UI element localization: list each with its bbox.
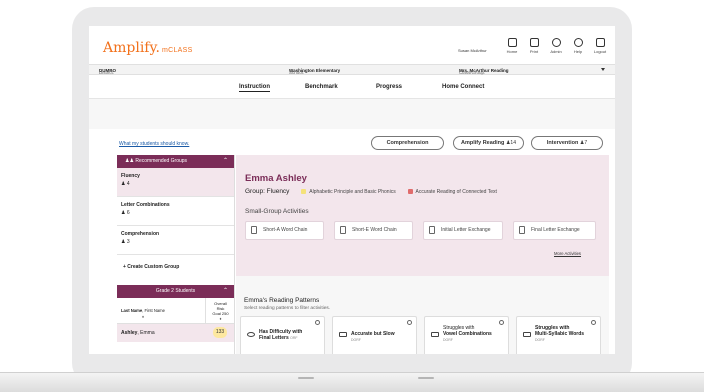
print-button[interactable]: Print [523,38,545,54]
reading-patterns-panel: Emma's Reading Patterns Select reading p… [236,276,609,354]
page-spacer [89,99,615,129]
print-icon [529,38,539,47]
document-icon [251,226,257,234]
comprehension-pill[interactable]: Comprehension [371,136,444,150]
document-icon [519,226,525,234]
activity-short-e-word-chain[interactable]: Short-E Word Chain [334,221,413,240]
student-name: Emma Ashley [245,173,307,184]
patterns-title: Emma's Reading Patterns [244,297,320,304]
instruction-content: What my students should know. Comprehens… [115,129,609,354]
activity-final-letter-exchange[interactable]: Final Letter Exchange [513,221,596,240]
sort-icon[interactable]: ♦ [206,316,235,321]
create-custom-group-button[interactable]: + Create Custom Group [117,255,234,285]
base-notch-right [418,377,434,379]
logout-icon [595,38,605,47]
legend-swatch-connected-text [407,189,413,195]
info-icon[interactable] [499,320,504,325]
base-notch-left [298,377,314,379]
district-filter[interactable]: District: DUMBO [99,68,116,76]
intervention-pill[interactable]: Intervention ♟7 [531,136,603,150]
book-icon [431,332,439,337]
tab-progress[interactable]: Progress [376,84,402,90]
person-icon: ♟ [121,239,126,245]
pattern-card-vowel-combinations[interactable]: Struggles with Vowel Combinations DORF [424,316,509,354]
user-name: Susan McArthur [458,48,487,53]
class-group-filter[interactable]: Class/Group: Mrs. McArthur Reading [459,68,509,76]
group-item-letter-combinations[interactable]: Letter Combinations ♟ 6 [117,197,234,226]
info-icon[interactable] [407,320,412,325]
info-icon[interactable] [315,320,320,325]
activities-title: Small-Group Activities [245,208,309,215]
what-students-should-know-link[interactable]: What my students should know. [119,141,189,147]
logout-button[interactable]: Logout [589,38,611,54]
activity-short-a-word-chain[interactable]: Short-A Word Chain [245,221,324,240]
pattern-card-multi-syllabic-words[interactable]: Struggles with Multi-Syllabic Words DORF [516,316,601,354]
main-nav: Instruction Benchmark Progress Home Conn… [89,75,615,99]
home-icon [507,38,517,47]
amplify-logo[interactable]: Amplify. mCLASS [103,40,193,56]
group-item-comprehension[interactable]: Comprehension ♟ 3 [117,226,234,255]
activity-initial-letter-exchange[interactable]: Initial Letter Exchange [423,221,503,240]
document-icon [429,226,435,234]
admin-icon [551,38,561,47]
recommended-groups-header[interactable]: ♟♟ Recommended Groups ⌃ [117,155,234,168]
grade-students-header[interactable]: Grade 2 Students ⌃ [117,285,234,298]
legend-swatch-phonics [301,189,307,195]
tab-benchmark[interactable]: Benchmark [305,84,338,90]
sort-icon[interactable]: ♦ [121,314,165,319]
students-table-header: Last Name, First Name ♦ Overall Risk Goa… [117,298,234,324]
document-icon [340,226,346,234]
group-item-fluency[interactable]: Fluency ♟ 4 [117,168,234,197]
filter-bar: District: DUMBO School: Washington Eleme… [89,64,615,75]
school-filter[interactable]: School: Washington Elementary [289,68,340,76]
pattern-card-final-letters[interactable]: Has Difficulty with Final Letters ORF [240,316,325,354]
person-icon: ♟ [121,210,126,216]
app-header: Amplify. mCLASS Susan McArthur Home Print… [89,26,615,64]
student-detail-panel: Emma Ashley Group: Fluency Alphabetic Pr… [236,155,609,276]
group-icon: ♟♟ [125,158,136,164]
name-column-header[interactable]: Last Name, First Name ♦ [121,308,165,319]
tab-home-connect[interactable]: Home Connect [442,84,484,90]
pattern-card-accurate-but-slow[interactable]: Accurate but Slow DORF [332,316,417,354]
chevron-down-icon[interactable] [601,68,605,71]
groups-sidebar: ♟♟ Recommended Groups ⌃ Fluency ♟ 4 Lett… [117,155,235,354]
amplify-reading-pill[interactable]: Amplify Reading ♟14 [453,136,524,150]
table-row[interactable]: Ashley, Emma 133 [117,324,234,342]
more-activities-link[interactable]: More Activities [554,251,581,256]
patterns-subtitle: Select reading patterns to filter activi… [244,306,331,311]
risk-score-badge: 133 [213,327,227,338]
chevron-up-icon[interactable]: ⌃ [223,285,228,298]
chevron-up-icon[interactable]: ⌃ [223,155,228,168]
info-icon[interactable] [591,320,596,325]
help-button[interactable]: Help [567,38,589,54]
home-button[interactable]: Home [501,38,523,54]
book-icon [523,332,531,337]
eye-icon [247,332,255,337]
tab-instruction[interactable]: Instruction [239,84,270,92]
student-group: Group: Fluency Alphabetic Principle and … [245,188,497,195]
help-icon [573,38,583,47]
laptop-screen: Amplify. mCLASS Susan McArthur Home Print… [89,26,615,354]
laptop-base [0,372,704,392]
header-icons: Home Print Admin Help Logout [501,38,611,54]
person-icon: ♟ [121,181,126,187]
risk-column-header[interactable]: Overall Risk Goal 250 ♦ [205,298,235,324]
book-icon [339,332,347,337]
admin-button[interactable]: Admin [545,38,567,54]
